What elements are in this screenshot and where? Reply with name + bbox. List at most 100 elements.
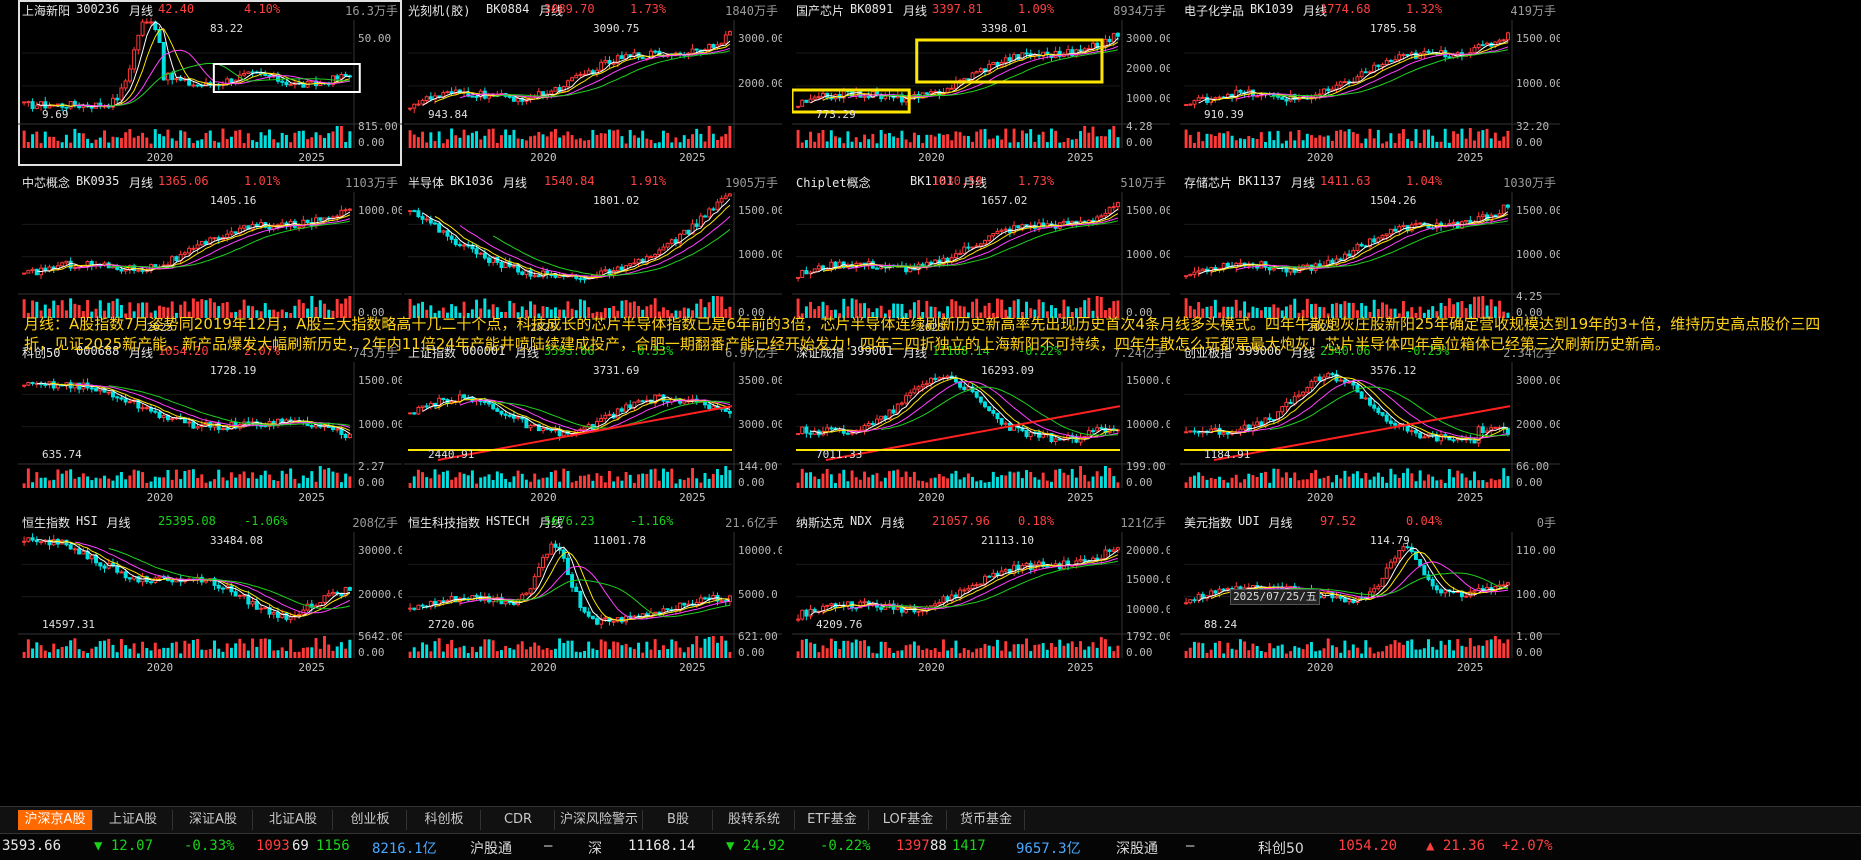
candle	[1024, 52, 1029, 55]
volume-bar	[1218, 641, 1221, 658]
candle	[933, 603, 938, 607]
market-tab-12[interactable]: 货币基金	[948, 810, 1025, 830]
volume-bar	[136, 470, 140, 488]
volume-bar	[641, 473, 645, 488]
volume-bar	[842, 143, 846, 148]
low-marker-label: 88.24	[1204, 618, 1238, 631]
market-tab-8[interactable]: B股	[644, 810, 713, 830]
volume-axis-tick: 1792.00	[1126, 630, 1170, 643]
volume-bar	[1498, 140, 1502, 148]
volume-bar	[933, 648, 937, 658]
candle	[170, 256, 175, 266]
candle	[1405, 54, 1410, 57]
volume-bar	[1276, 130, 1280, 148]
candle	[904, 395, 909, 404]
candle	[482, 401, 487, 404]
candle	[89, 554, 94, 560]
volume-bar	[888, 471, 891, 488]
chart-panel-bk0935[interactable]: 中芯概念 BK0935 月线 1365.06 1.01% 1103万手 1000.00 0.0…	[18, 172, 402, 336]
y-axis-tick: 3000.00	[738, 32, 782, 45]
volume-bar	[1091, 642, 1095, 658]
volume-bar	[1188, 647, 1192, 658]
market-tab-11[interactable]: LOF基金	[870, 810, 947, 830]
volume-bar	[421, 642, 424, 658]
market-tab-4[interactable]: 创业板	[334, 810, 407, 830]
volume-bar	[1401, 472, 1405, 488]
volume-axis-tick: 0.00	[738, 476, 765, 489]
y-axis-tick: 1000.00	[1126, 92, 1170, 105]
market-tab-0[interactable]: 沪深京A股	[18, 810, 93, 830]
candle	[800, 426, 805, 435]
chart-panel-bk1039[interactable]: 电子化学品 BK1039 月线 1774.68 1.32% 419万手 1500.00 100…	[1180, 0, 1560, 166]
market-tab-2[interactable]: 深证A股	[174, 810, 253, 830]
market-tab-5[interactable]: 科创板	[408, 810, 481, 830]
volume-bar	[31, 648, 35, 658]
market-tab-9[interactable]: 股转系统	[714, 810, 795, 830]
market-tab-10[interactable]: ETF基金	[796, 810, 869, 830]
chart-panel-bk1036[interactable]: 半导体 BK1036 月线 1540.84 1.91% 1905万手 1500.00 1000…	[404, 172, 782, 336]
candle	[408, 107, 413, 110]
candle	[428, 218, 433, 224]
candle	[578, 591, 583, 608]
volume-bar	[429, 132, 433, 148]
volume-bar	[1112, 476, 1116, 488]
candle	[1338, 258, 1343, 261]
volume-bar	[825, 648, 829, 658]
volume-bar	[454, 135, 458, 148]
candle	[1422, 565, 1427, 576]
chart-panel-hsi[interactable]: 恒生指数 HSI 月线 25395.08 -1.06% 208亿手 30000.0 20000…	[18, 512, 402, 676]
candle	[966, 386, 971, 391]
candle	[987, 406, 992, 412]
x-axis-tick: 2020	[530, 661, 557, 674]
chart-panel-399001[interactable]: 深证成指399001月线11168.14-0.22%7.24亿手15000.00…	[792, 342, 1170, 506]
volume-bar	[132, 469, 136, 488]
market-tab-1[interactable]: 上证A股	[94, 810, 173, 830]
candle	[491, 403, 496, 410]
market-tab-6[interactable]: CDR	[482, 810, 555, 830]
candle	[586, 70, 591, 75]
volume-bar	[229, 647, 233, 658]
chart-panel-bk0891[interactable]: 国产芯片 BK0891 月线 3397.81 1.09% 8934万手 3000.00 200…	[792, 0, 1170, 166]
chart-panel-000001[interactable]: 上证指数 000001 月线 3593.66 -0.33% 6.97亿手 3500.00 30…	[404, 342, 782, 506]
candle	[51, 381, 56, 389]
candle	[1103, 212, 1108, 217]
volume-bar	[1074, 646, 1078, 658]
chart-panel-bk0884[interactable]: 光刻机(胶) BK0884 月线 3089.70 1.73% 1840万手 3000.00 2…	[404, 0, 782, 166]
volume-bar	[1460, 128, 1464, 148]
candle	[1028, 431, 1033, 437]
candle	[343, 73, 348, 77]
candle	[1192, 599, 1197, 602]
market-tab-3[interactable]: 北证A股	[254, 810, 333, 830]
candle	[545, 553, 550, 558]
volume-bar	[1033, 141, 1037, 148]
chart-panel-000688[interactable]: 科创50 000688 月线 1054.20 2.07% 743万手 1500.00 1000…	[18, 342, 402, 506]
sgt-label[interactable]: 深股通	[1116, 838, 1158, 858]
volume-bar	[276, 142, 280, 148]
kc50-label[interactable]: 科创50	[1258, 838, 1304, 858]
volume-bar	[1485, 482, 1489, 488]
volume-bar	[1251, 643, 1255, 658]
chart-panel-ndx[interactable]: 纳斯达克 NDX 月线 21057.96 0.18% 121亿手 20000.0 15000.…	[792, 512, 1170, 676]
sz-label[interactable]: 深	[588, 838, 602, 858]
volume-bar	[128, 648, 132, 658]
chart-panel-399006[interactable]: 创业板指 399006 月线 2340.06 -0.23% 2.34亿手 3000.00 20…	[1180, 342, 1560, 506]
volume-bar	[1218, 476, 1221, 488]
chart-panel-bk1137[interactable]: 存储芯片 BK1137 月线 1411.63 1.04% 1030万手 1500.00 100…	[1180, 172, 1560, 336]
chart-panel-hstech[interactable]: 恒生科技指数 HSTECH 月线 5676.23 -1.16% 21.6亿手 10000.0…	[404, 512, 782, 676]
volume-bar	[153, 129, 157, 148]
volume-bar	[1297, 130, 1301, 148]
chart-panel-300236[interactable]: 上海新阳 300236 月线 42.40 4.10% 16.3万手 50.00 815.00 0…	[18, 0, 402, 166]
candle	[297, 226, 302, 229]
hgt-label[interactable]: 沪股通	[470, 838, 512, 858]
volume-bar	[238, 638, 242, 658]
candle	[347, 587, 352, 591]
volume-bar	[863, 134, 866, 148]
candle	[1418, 432, 1423, 439]
candle	[1405, 425, 1410, 432]
volume-bar	[412, 647, 416, 658]
candle	[1359, 391, 1364, 399]
candle	[115, 97, 120, 101]
market-tab-7[interactable]: 沪深风险警示	[556, 810, 643, 830]
chart-panel-bk1101[interactable]: Chiplet概念 BK1101 月线 1630.59 1.73% 510万手 1500.0…	[792, 172, 1170, 336]
volume-bar	[487, 129, 491, 148]
